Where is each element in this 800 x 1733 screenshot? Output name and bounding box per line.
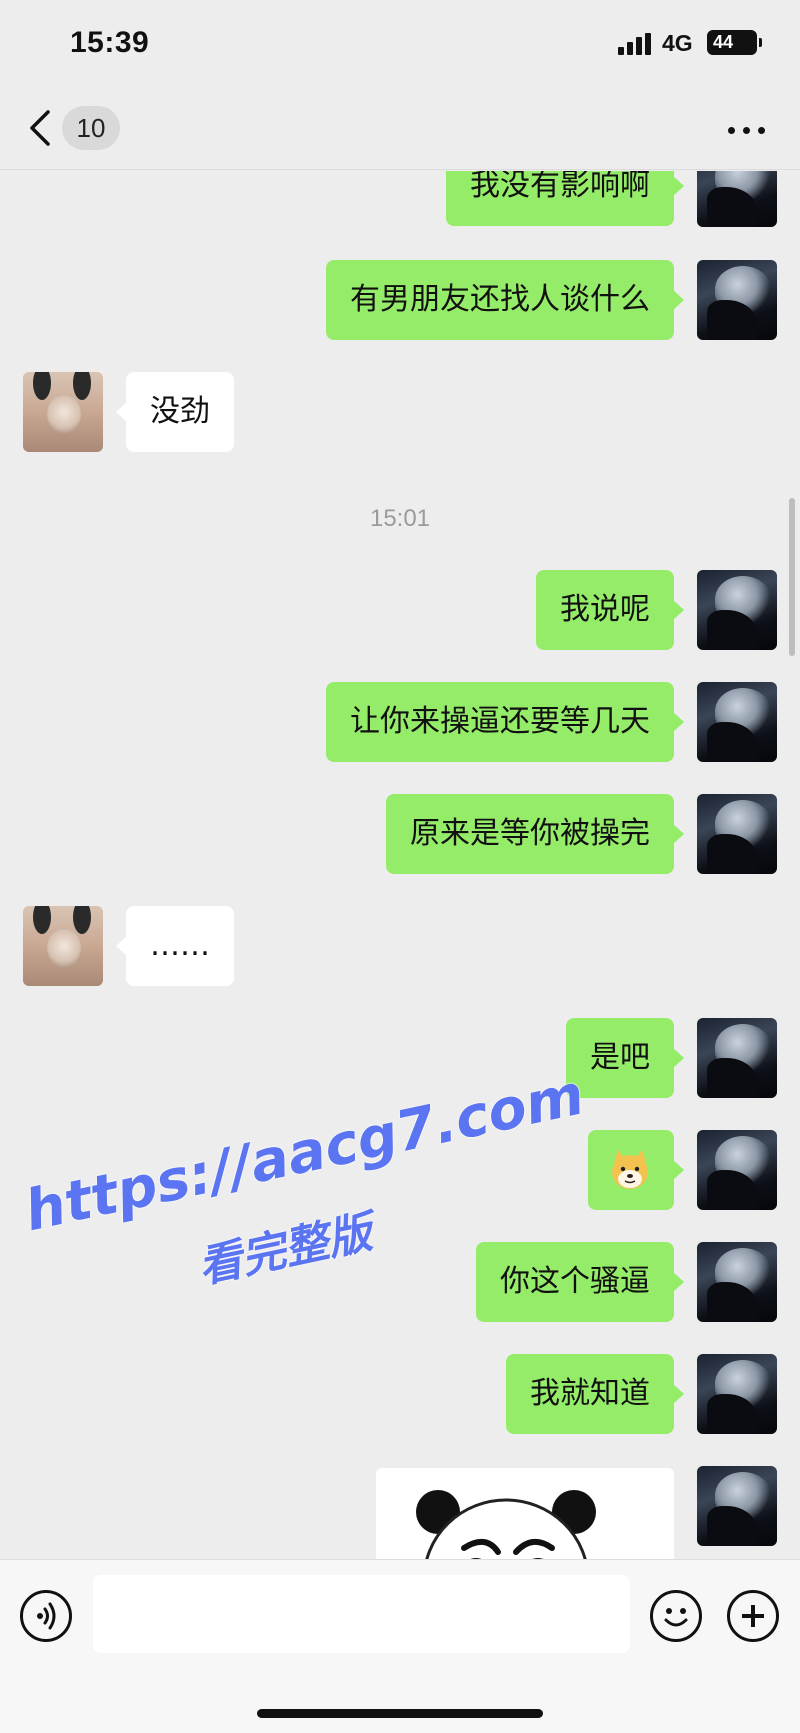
message-bubble-sent[interactable]: 是吧 — [566, 1018, 684, 1098]
message-bubble-sent[interactable]: 你这个骚逼 — [476, 1242, 684, 1322]
contact-avatar[interactable] — [23, 372, 103, 452]
voice-icon — [37, 1602, 56, 1630]
scrollbar-thumb[interactable] — [789, 498, 795, 656]
message-bubble-sent[interactable]: 我就知道 — [506, 1354, 684, 1434]
battery-icon: 44 — [707, 30, 762, 55]
nav-bar: 10 — [0, 88, 800, 170]
message-text: 没劲 — [150, 394, 210, 429]
network-label: 4G — [662, 30, 693, 56]
message-text: 原来是等你被操完 — [410, 816, 650, 851]
chat-timestamp: 15:01 — [369, 505, 431, 532]
message-text: 是吧 — [590, 1040, 650, 1075]
chat-message-list[interactable]: 我没有影响啊 有男朋友还找人谈什么 没劲 15:01 我说呢 让你来操逼还要等几… — [0, 171, 800, 1559]
my-avatar[interactable] — [697, 1018, 777, 1098]
more-actions-plus-button[interactable] — [727, 1590, 779, 1642]
message-text: 你这个骚逼 — [500, 1264, 650, 1299]
input-bar — [0, 1559, 800, 1733]
status-time: 15:39 — [70, 26, 150, 59]
my-avatar[interactable] — [697, 682, 777, 762]
battery-level: 44 — [713, 32, 734, 52]
emoji-button[interactable] — [650, 1590, 702, 1642]
home-indicator — [257, 1709, 543, 1718]
message-bubble-sent[interactable]: 原来是等你被操完 — [386, 794, 684, 874]
panda-face-icon — [416, 1490, 596, 1559]
my-avatar[interactable] — [697, 570, 777, 650]
message-input[interactable] — [93, 1575, 630, 1653]
message-bubble-sent[interactable]: 让你来操逼还要等几天 — [326, 682, 684, 762]
my-avatar[interactable] — [697, 260, 777, 340]
message-bubble-sent[interactable]: 我说呢 — [536, 570, 684, 650]
chevron-left-icon — [30, 110, 50, 146]
message-text: …… — [150, 928, 210, 963]
my-avatar[interactable] — [697, 171, 777, 227]
my-avatar[interactable] — [697, 794, 777, 874]
message-bubble-sent[interactable]: 我没有影响啊 — [446, 171, 684, 226]
smiley-icon — [664, 1608, 688, 1627]
message-text: 我说呢 — [560, 592, 650, 627]
more-options-button[interactable] — [722, 110, 772, 150]
signal-icon — [618, 33, 652, 55]
message-text: 让你来操逼还要等几天 — [350, 704, 650, 739]
unread-count-badge: 10 — [62, 106, 120, 150]
my-avatar[interactable] — [697, 1466, 777, 1546]
message-text: 有男朋友还找人谈什么 — [350, 282, 650, 317]
contact-avatar[interactable] — [23, 906, 103, 986]
message-text: 我就知道 — [530, 1376, 650, 1411]
panda-face-sticker[interactable] — [376, 1468, 674, 1559]
message-text: 我没有影响啊 — [470, 171, 650, 203]
doge-icon — [612, 1150, 648, 1189]
message-bubble-sent[interactable]: 有男朋友还找人谈什么 — [326, 260, 684, 340]
my-avatar[interactable] — [697, 1130, 777, 1210]
my-avatar[interactable] — [697, 1354, 777, 1434]
my-avatar[interactable] — [697, 1242, 777, 1322]
status-bar: 15:39 4G 44 — [0, 0, 800, 88]
message-bubble-received[interactable]: …… — [116, 906, 234, 986]
voice-input-button[interactable] — [20, 1590, 72, 1642]
back-button[interactable]: 10 — [26, 100, 122, 156]
message-bubble-sent[interactable] — [588, 1130, 684, 1210]
message-bubble-received[interactable]: 没劲 — [116, 372, 234, 452]
